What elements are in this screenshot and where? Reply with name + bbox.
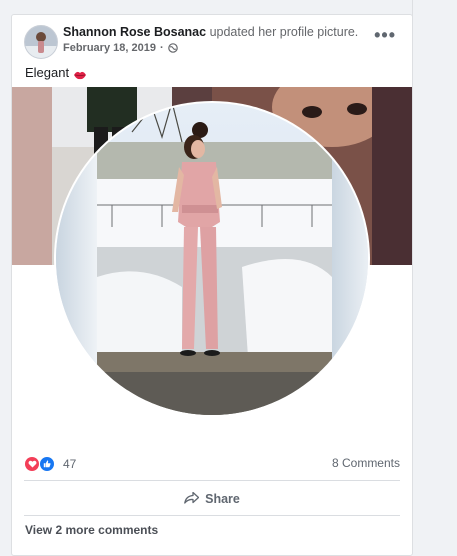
profile-picture-media[interactable] <box>12 87 412 442</box>
caption-text: Elegant <box>25 65 70 80</box>
reaction-count: 47 <box>63 457 77 471</box>
post-action-text: updated her profile picture. <box>209 25 359 39</box>
post-card: Shannon Rose Bosanac updated her profile… <box>11 14 413 556</box>
reactions-summary[interactable]: 47 <box>25 456 76 472</box>
post-meta: February 18, 2019 · <box>63 42 178 54</box>
comments-count-link[interactable]: 8 Comments <box>332 456 400 470</box>
view-more-comments-link[interactable]: View 2 more comments <box>25 523 158 537</box>
like-icon <box>39 456 55 472</box>
author-avatar[interactable] <box>24 25 58 59</box>
lips-icon <box>73 68 87 79</box>
share-button[interactable]: Share <box>12 487 412 511</box>
globe-icon[interactable] <box>167 43 178 53</box>
footer-divider <box>24 480 400 481</box>
author-name[interactable]: Shannon Rose Bosanac <box>63 25 206 39</box>
more-options-button[interactable]: ••• <box>374 26 396 44</box>
love-icon <box>25 457 39 471</box>
post-caption: Elegant <box>25 65 87 80</box>
comments-divider <box>24 515 400 516</box>
share-icon <box>184 491 200 507</box>
meta-separator: · <box>159 42 164 54</box>
post-date[interactable]: February 18, 2019 <box>63 42 156 54</box>
share-label: Share <box>205 492 240 506</box>
post-header: Shannon Rose Bosanac updated her profile… <box>63 25 358 39</box>
